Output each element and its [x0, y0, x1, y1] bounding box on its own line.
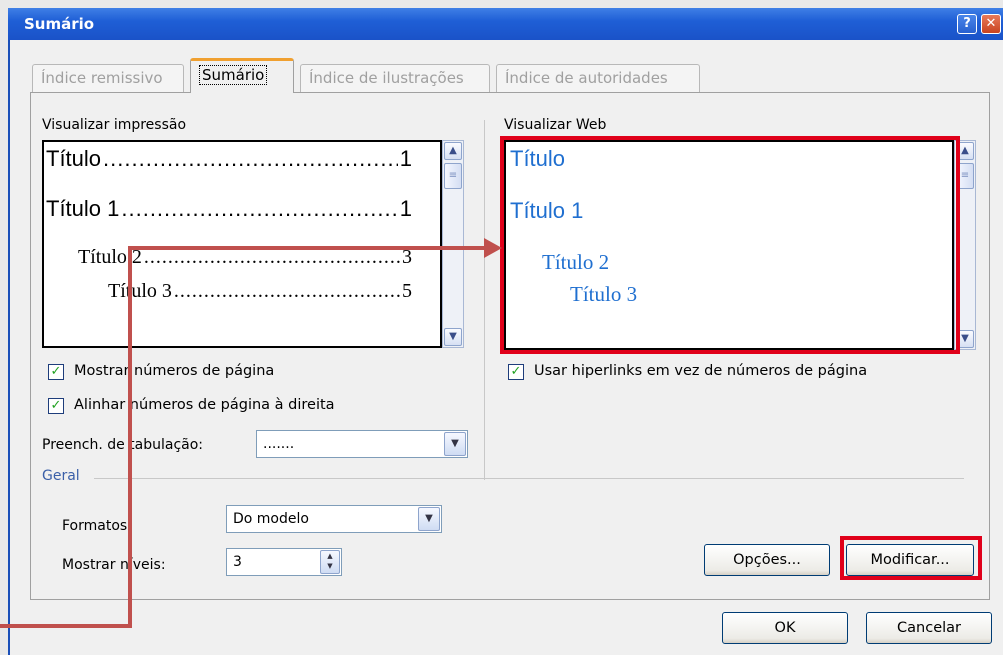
options-button[interactable]: Opções... [704, 544, 830, 576]
formats-label: Formatos: [62, 518, 132, 534]
scroll-thumb[interactable]: ≡ [444, 163, 462, 189]
modify-button[interactable]: Modificar... [846, 544, 974, 576]
print-preview-scrollbar[interactable]: ▲ ≡ ▼ [442, 140, 464, 348]
print-entry: Título 23 [78, 246, 412, 269]
spin-arrows-icon[interactable]: ▲ ▼ [320, 550, 340, 574]
help-icon[interactable]: ? [957, 14, 977, 34]
show-page-numbers-checkbox[interactable]: ✓ [48, 364, 64, 380]
divider [484, 120, 485, 480]
chevron-down-icon[interactable]: ▼ [418, 507, 440, 531]
web-entry-link[interactable]: Título 1 [510, 198, 583, 224]
scroll-up-icon[interactable]: ▲ [956, 142, 974, 160]
print-entry: Título 35 [108, 280, 412, 303]
tab-leader-value: ....... [263, 436, 295, 452]
tab-indice-ilustracoes[interactable]: Índice de ilustrações [300, 64, 490, 92]
tab-leader-select[interactable]: ....... ▼ [256, 430, 468, 458]
print-preview-box: Título1 Título 11 Título 23 Título 35 [42, 140, 442, 348]
web-entry-link[interactable]: Título 2 [542, 250, 609, 275]
tab-indice-autoridades[interactable]: Índice de autoridades [496, 64, 700, 92]
tab-sumario[interactable]: Sumário [190, 58, 294, 93]
show-page-numbers-label: Mostrar números de página [74, 363, 275, 379]
web-preview-box: Título Título 1 Título 2 Título 3 [504, 140, 954, 350]
formats-select[interactable]: Do modelo ▼ [226, 505, 442, 533]
scroll-up-icon[interactable]: ▲ [444, 142, 462, 160]
web-entry-link[interactable]: Título 3 [570, 282, 637, 307]
scroll-down-icon[interactable]: ▼ [444, 328, 462, 346]
right-align-label: Alinhar números de página à direita [74, 397, 335, 413]
window-title: Sumário [24, 15, 95, 33]
right-align-checkbox[interactable]: ✓ [48, 398, 64, 414]
scroll-thumb[interactable]: ≡ [956, 163, 974, 189]
show-levels-stepper[interactable]: 3 ▲ ▼ [226, 548, 342, 576]
use-hyperlinks-label: Usar hiperlinks em vez de números de pág… [534, 363, 868, 379]
scroll-down-icon[interactable]: ▼ [956, 330, 974, 348]
tab-indice-remissivo[interactable]: Índice remissivo [32, 64, 184, 92]
print-entry: Título1 [46, 146, 412, 172]
chevron-down-icon[interactable]: ▼ [444, 432, 466, 456]
show-levels-label: Mostrar níveis: [62, 557, 166, 573]
close-icon[interactable]: ✕ [981, 14, 1001, 34]
print-entry: Título 11 [46, 196, 412, 222]
web-entry-link[interactable]: Título [510, 146, 565, 172]
formats-value: Do modelo [233, 511, 309, 527]
web-preview-scrollbar[interactable]: ▲ ≡ ▼ [954, 140, 976, 350]
group-divider [94, 478, 964, 479]
web-preview-label: Visualizar Web [504, 117, 607, 133]
ok-button[interactable]: OK [722, 612, 848, 644]
title-bar: Sumário ? ✕ [8, 8, 1003, 40]
cancel-button[interactable]: Cancelar [866, 612, 992, 644]
general-legend: Geral [42, 468, 80, 484]
print-preview-label: Visualizar impressão [42, 117, 187, 133]
tab-leader-label: Preench. de tabulação: [42, 437, 204, 453]
use-hyperlinks-checkbox[interactable]: ✓ [508, 364, 524, 380]
show-levels-value: 3 [233, 554, 242, 570]
